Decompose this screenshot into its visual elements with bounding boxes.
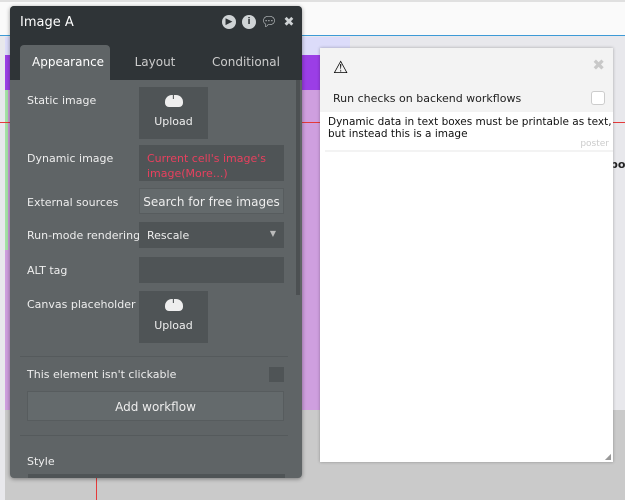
guide-line xyxy=(96,476,97,500)
external-sources-label: External sources xyxy=(27,196,119,209)
divider xyxy=(20,435,288,436)
tab-conditional[interactable]: Conditional xyxy=(200,45,290,80)
divider xyxy=(325,150,613,152)
divider xyxy=(20,356,288,357)
canvas-edge xyxy=(5,90,8,250)
alt-tag-label: ALT tag xyxy=(27,264,68,277)
property-editor: Image A ▶ i 💬︎ ✖ Appearance Layout Condi… xyxy=(10,6,302,478)
run-mode-dropdown[interactable]: Rescale ▼ xyxy=(139,222,284,248)
comment-icon[interactable]: 💬︎ xyxy=(261,15,278,30)
issue-message[interactable]: Dynamic data in text boxes must be print… xyxy=(328,116,612,140)
issue-source: poster xyxy=(580,139,609,149)
dynamic-image-label: Dynamic image xyxy=(27,152,114,165)
static-image-upload-button[interactable]: Upload xyxy=(139,87,208,139)
upload-label: Upload xyxy=(154,115,193,128)
issue-checker-panel: ⚠︎ ✖ Run checks on backend workflows Dyn… xyxy=(320,48,613,462)
add-workflow-button[interactable]: Add workflow xyxy=(27,391,284,421)
issue-header: ⚠︎ ✖ Run checks on backend workflows xyxy=(320,48,613,112)
panel-title: Image A xyxy=(20,15,74,30)
tab-bar: Appearance Layout Conditional xyxy=(10,40,302,80)
style-dropdown[interactable] xyxy=(28,474,285,478)
dynamic-image-field[interactable]: Current cell's image's image(More...) xyxy=(139,145,284,181)
style-label: Style xyxy=(27,455,55,468)
resize-handle-icon[interactable]: ◢ xyxy=(605,452,611,461)
not-clickable-checkbox[interactable] xyxy=(269,367,284,382)
scrollbar[interactable] xyxy=(296,80,300,295)
canvas-placeholder-label: Canvas placeholder xyxy=(27,298,136,311)
backend-checks-checkbox[interactable] xyxy=(591,91,605,105)
canvas-placeholder-upload-button[interactable]: Upload xyxy=(139,291,208,343)
info-icon[interactable]: i xyxy=(242,15,256,29)
upload-label: Upload xyxy=(154,319,193,332)
static-image-label: Static image xyxy=(27,94,97,107)
not-clickable-label: This element isn't clickable xyxy=(27,368,177,381)
tab-layout[interactable]: Layout xyxy=(110,45,200,80)
warning-icon: ⚠︎ xyxy=(333,58,349,78)
backend-checks-label: Run checks on backend workflows xyxy=(333,92,522,105)
play-icon[interactable]: ▶ xyxy=(222,15,236,29)
upload-cloud-icon xyxy=(164,92,183,107)
close-icon[interactable]: ✖ xyxy=(282,15,296,30)
run-mode-label: Run-mode rendering xyxy=(27,229,141,242)
run-mode-value: Rescale xyxy=(147,229,190,242)
panel-header: Image A ▶ i 💬︎ ✖ xyxy=(10,6,302,40)
alt-tag-input[interactable] xyxy=(139,257,284,283)
chevron-down-icon: ▼ xyxy=(269,229,276,238)
search-free-images-button[interactable]: Search for free images xyxy=(139,188,284,214)
upload-cloud-icon xyxy=(164,296,183,311)
close-icon[interactable]: ✖ xyxy=(592,56,605,74)
tab-appearance[interactable]: Appearance xyxy=(20,45,110,80)
